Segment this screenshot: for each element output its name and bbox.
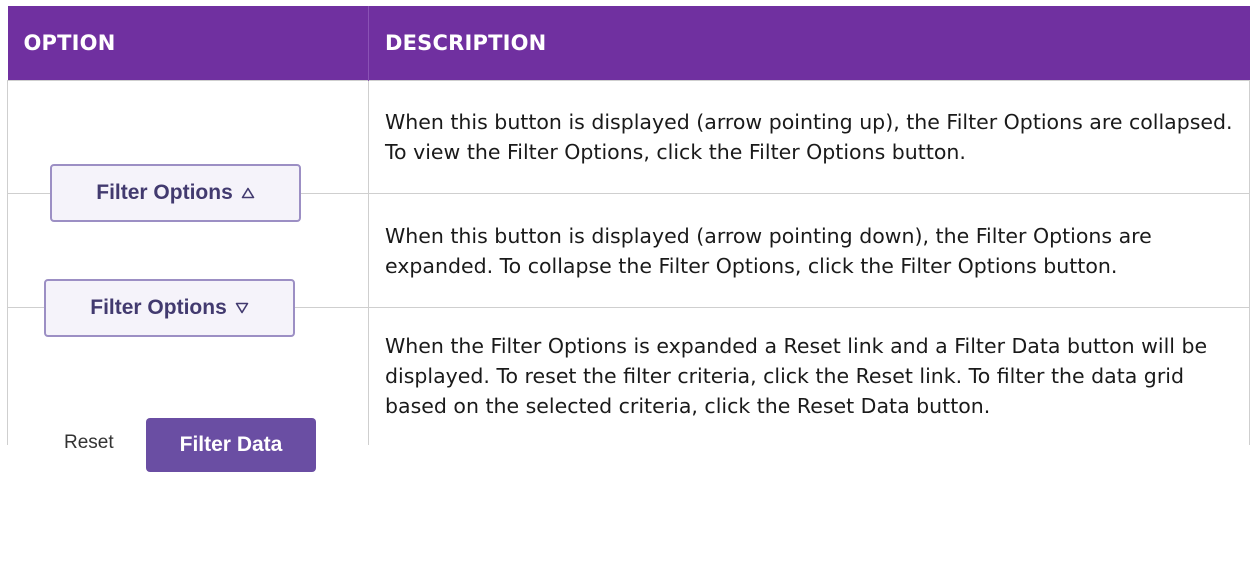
reset-link[interactable]: Reset bbox=[64, 432, 114, 454]
table-row: Filter Options When this button is displ… bbox=[7, 80, 1250, 222]
triangle-up-icon bbox=[241, 187, 255, 199]
filter-options-label: Filter Options bbox=[90, 295, 227, 319]
description-cell: When this button is displayed (arrow poi… bbox=[368, 193, 1250, 308]
option-column-header: OPTION bbox=[7, 6, 369, 81]
description-cell: When the Filter Options is expanded a Re… bbox=[368, 307, 1250, 445]
filter-options-button-collapsed[interactable]: Filter Options bbox=[50, 164, 301, 222]
description-column-header: DESCRIPTION bbox=[368, 6, 1250, 81]
description-cell: When this button is displayed (arrow poi… bbox=[368, 80, 1250, 194]
triangle-down-icon bbox=[235, 302, 249, 313]
filter-options-button-expanded[interactable]: Filter Options bbox=[44, 278, 295, 337]
option-cell: Filter Options bbox=[7, 80, 369, 222]
table-header-row: OPTION DESCRIPTION bbox=[7, 6, 1250, 81]
filter-options-label: Filter Options bbox=[96, 181, 233, 204]
filter-data-button[interactable]: Filter Data bbox=[146, 418, 316, 473]
options-table: OPTION DESCRIPTION Filter Options When t… bbox=[7, 6, 1250, 473]
